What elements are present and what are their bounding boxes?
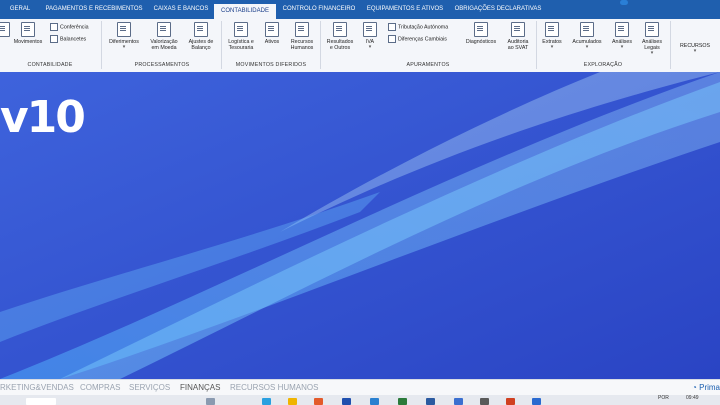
outlook-icon[interactable] (454, 398, 463, 405)
group-label-contabilidade: CONTABILIDADE (27, 62, 73, 68)
chevron-down-icon: ▾ (620, 44, 624, 50)
language-indicator[interactable]: POR (658, 395, 669, 401)
ribbon-tab-bar: GERAL PAGAMENTOS E RECEBIMENTOS CAIXAS E… (0, 0, 720, 19)
ajustes-balanco-button[interactable]: Ajustes de Balanço (184, 22, 218, 51)
tributacao-autonoma-button[interactable]: Tributação Autónoma (388, 23, 448, 31)
journal-icon (21, 22, 35, 37)
group-label-processamentos: PROCESSAMENTOS (134, 62, 190, 68)
tax-icon (363, 22, 377, 37)
extratos-button[interactable]: Extratos ▾ (538, 22, 566, 50)
acumulados-button[interactable]: Acumulados ▾ (568, 22, 606, 50)
logistica-tesouraria-button[interactable]: Logística e Tesouraria (224, 22, 258, 51)
analises-button[interactable]: Análises ▾ (608, 22, 636, 50)
nav-marketing-vendas[interactable]: RKETING&VENDAS (0, 383, 74, 392)
diagnostics-icon (474, 22, 488, 37)
teams-icon[interactable] (532, 398, 541, 405)
accumulated-icon (580, 22, 594, 37)
exchange-icon (388, 35, 396, 43)
word-icon[interactable] (426, 398, 435, 405)
group-separator (536, 21, 537, 69)
calendar-icon (117, 22, 131, 37)
group-separator (670, 21, 671, 69)
status-indicator-icon (620, 0, 628, 5)
tab-pagamentos-recebimentos[interactable]: PAGAMENTOS E RECEBIMENTOS (44, 0, 144, 19)
module-nav-bar: RKETING&VENDAS COMPRAS SERVIÇOS FINANÇAS… (0, 379, 720, 396)
nav-recursos-humanos[interactable]: RECURSOS HUMANOS (230, 383, 318, 392)
chevron-down-icon: ▾ (122, 44, 126, 50)
chevron-down-icon: ▾ (368, 44, 372, 50)
balancetes-button[interactable]: Balancetes (50, 35, 86, 43)
tab-obrigacoes-declarativas[interactable]: OBRIGAÇÕES DECLARATIVAS (452, 0, 544, 19)
diferimentos-button[interactable]: Diferimentos ▾ (104, 22, 144, 50)
chevron-down-icon: ▾ (585, 44, 589, 50)
mail-icon[interactable] (370, 398, 379, 405)
adjust-icon (194, 22, 208, 37)
resultados-outros-button[interactable]: Resultados e Outros (323, 22, 357, 51)
ativos-button[interactable]: Ativos (260, 22, 284, 45)
app-logo: v10 (0, 92, 86, 143)
office-icon[interactable] (314, 398, 323, 405)
clock[interactable]: 09:49 (686, 395, 699, 401)
diagnosticos-button[interactable]: Diagnósticos (460, 22, 502, 45)
tab-caixas-bancos[interactable]: CAIXAS E BANCOS (150, 0, 212, 19)
analysis-icon (615, 22, 629, 37)
nav-compras[interactable]: COMPRAS (80, 383, 120, 392)
group-label-apuramentos: APURAMENTOS (406, 62, 450, 68)
taskbar-app-icon[interactable] (206, 398, 215, 405)
chevron-down-icon: ▾ (693, 48, 697, 54)
valorizacao-moeda-button[interactable]: Valorização em Moeda (146, 22, 182, 51)
diferencas-cambiais-button[interactable]: Diferenças Cambiais (388, 35, 447, 43)
pdf-icon[interactable] (506, 398, 515, 405)
app-window-icon[interactable] (342, 398, 351, 405)
iva-button[interactable]: IVA ▾ (360, 22, 380, 50)
conferencia-button[interactable]: Conferência (50, 23, 89, 31)
currency-icon (157, 22, 171, 37)
excel-icon[interactable] (398, 398, 407, 405)
tax-autonomous-icon (388, 23, 396, 31)
group-separator (101, 21, 102, 69)
auditoria-svat-button[interactable]: Auditoria ao SVAT (502, 22, 534, 51)
assets-icon (265, 22, 279, 37)
ribbon-panel: Movimentos Conferência Balancetes CONTAB… (0, 19, 720, 73)
brand-label: ◔ Prima (692, 383, 720, 392)
desktop-background (0, 72, 720, 379)
audit-icon (511, 22, 525, 37)
nav-servicos[interactable]: SERVIÇOS (129, 383, 170, 392)
group-label-movimentos-diferidos: MOVIMENTOS DIFERIDOS (235, 62, 307, 68)
folder-icon[interactable] (288, 398, 297, 405)
analises-legais-button[interactable]: Análises Legais ▾ (638, 22, 666, 56)
check-icon (50, 23, 58, 31)
chevron-down-icon: ▾ (550, 44, 554, 50)
movimentos-button[interactable]: Movimentos (10, 22, 46, 45)
document-icon (0, 22, 10, 37)
tab-controlo-financeiro[interactable]: CONTROLO FINANCEIRO (280, 0, 358, 19)
partial-button[interactable] (0, 22, 10, 39)
recursos-button[interactable]: RECURSOS ▾ (674, 43, 716, 54)
swoosh-graphic (0, 72, 720, 379)
results-icon (333, 22, 347, 37)
people-icon (295, 22, 309, 37)
tab-geral[interactable]: GERAL (8, 0, 32, 19)
windows-taskbar: POR 09:49 (0, 395, 720, 405)
extract-icon (545, 22, 559, 37)
chevron-down-icon: ▾ (650, 50, 654, 56)
search-box-icon[interactable] (26, 398, 56, 405)
logistics-icon (234, 22, 248, 37)
recursos-humanos-button[interactable]: Recursos Humanos (286, 22, 318, 51)
app-icon[interactable] (480, 398, 489, 405)
group-label-exploracao: EXPLORAÇÃO (583, 62, 623, 68)
nav-financas[interactable]: FINANÇAS (180, 383, 220, 392)
legal-analysis-icon (645, 22, 659, 37)
tab-equipamentos-ativos[interactable]: EQUIPAMENTOS E ATIVOS (364, 0, 446, 19)
balance-icon (50, 35, 58, 43)
tab-contabilidade[interactable]: CONTABILIDADE (214, 4, 276, 19)
edge-icon[interactable] (262, 398, 271, 405)
